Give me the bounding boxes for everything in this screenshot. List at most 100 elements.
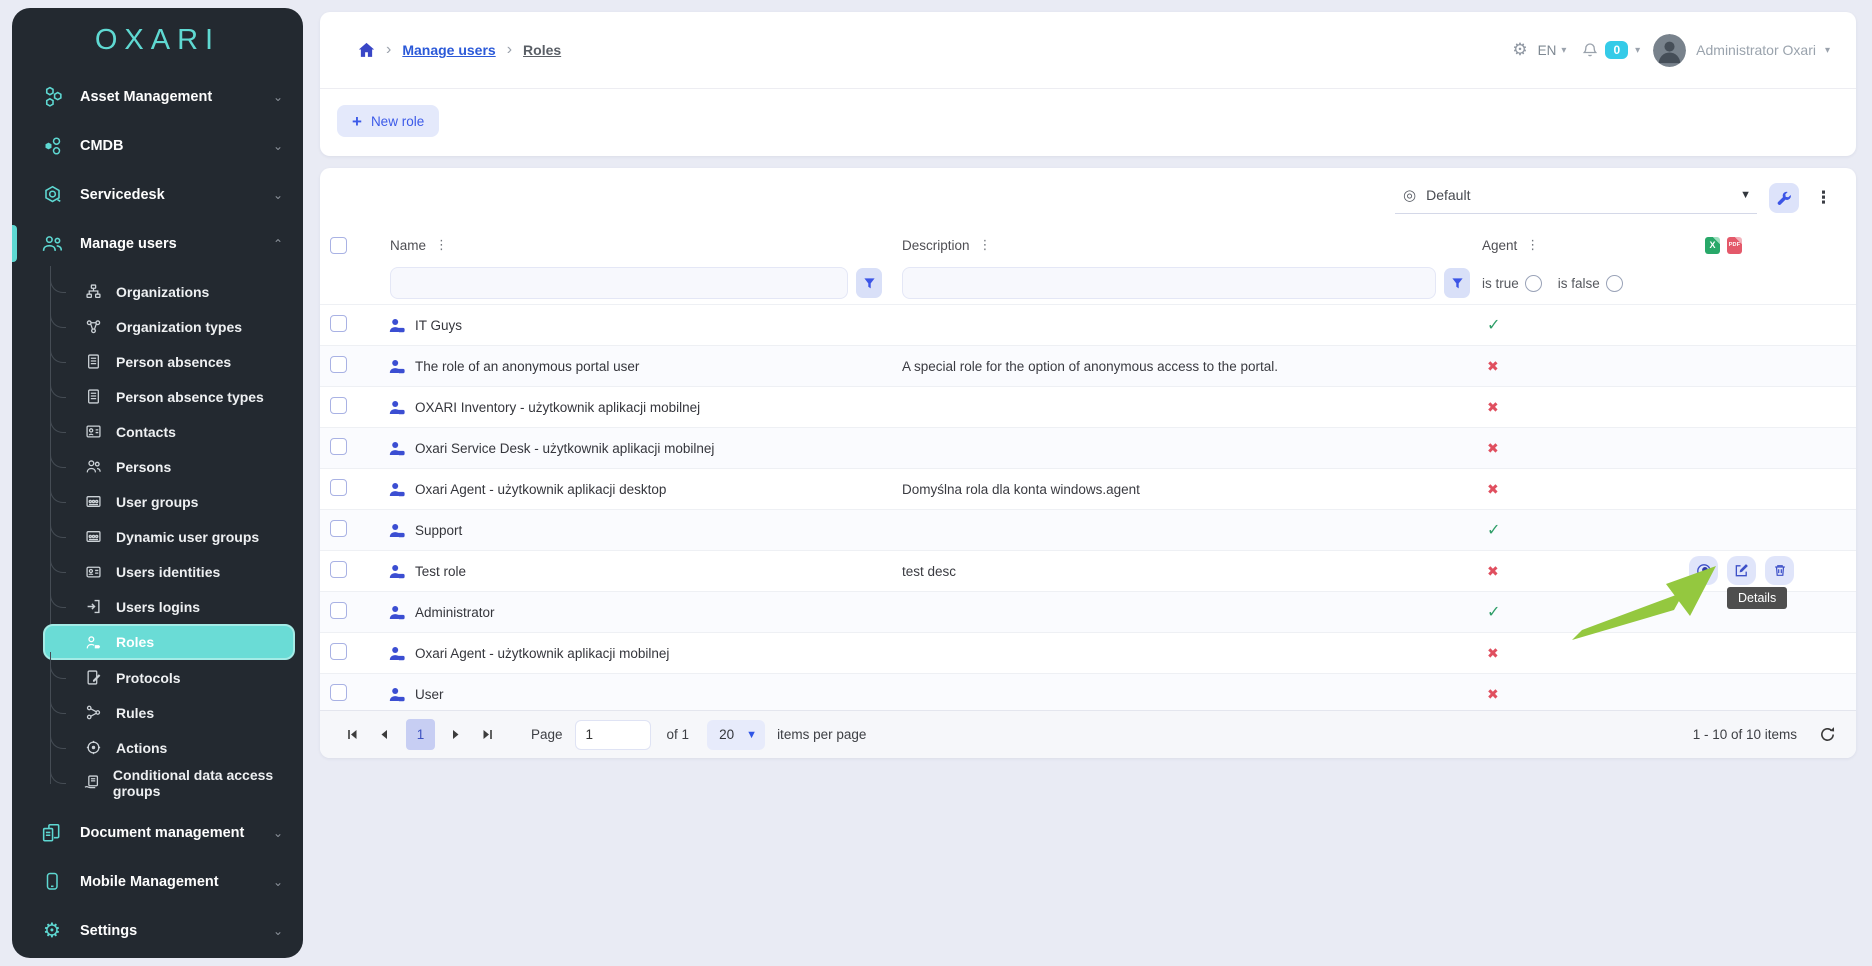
agent-is-true-radio[interactable]: [1525, 275, 1542, 292]
edit-icon: [1734, 563, 1749, 578]
column-menu-icon[interactable]: ⋮: [1526, 237, 1539, 253]
user-menu-caret-icon[interactable]: ▾: [1825, 45, 1830, 56]
notifications-caret-icon[interactable]: ▾: [1635, 45, 1640, 56]
page-size-select[interactable]: 20 ▼: [707, 720, 765, 750]
view-eye-icon: ◎: [1403, 186, 1416, 204]
row-checkbox[interactable]: [330, 643, 347, 660]
sidebar-item-contacts[interactable]: Contacts: [50, 414, 295, 449]
language-selector[interactable]: EN: [1538, 43, 1557, 58]
column-header-name[interactable]: Name: [390, 238, 426, 253]
table-row-oxari-service-desk-u-ytkownik-aplikacji-mobilnej[interactable]: Oxari Service Desk - użytkownik aplikacj…: [320, 427, 1856, 468]
sidebar-item-label: Users identities: [116, 564, 220, 580]
sidebar-nav: Asset Management⌄CMDB⌄Servicedesk⌄Manage…: [12, 72, 303, 955]
table-row-the-role-of-an-anonymous-portal-user[interactable]: The role of an anonymous portal userA sp…: [320, 345, 1856, 386]
table-row-support[interactable]: Support✓: [320, 509, 1856, 550]
sidebar-item-conditional-data-access-groups[interactable]: Conditional data access groups: [50, 765, 295, 800]
refresh-button[interactable]: [1819, 726, 1836, 743]
sidebar-item-organization-types[interactable]: Organization types: [50, 309, 295, 344]
notifications-bell-icon[interactable]: [1582, 42, 1598, 58]
notification-count-badge[interactable]: 0: [1605, 41, 1628, 59]
row-checkbox[interactable]: [330, 602, 347, 619]
user-avatar[interactable]: [1653, 34, 1686, 67]
row-checkbox[interactable]: [330, 684, 347, 701]
row-checkbox[interactable]: [330, 438, 347, 455]
agent-check-icon: ✓: [1487, 522, 1500, 539]
sidebar-item-person-absence-types[interactable]: Person absence types: [50, 379, 295, 414]
column-menu-icon[interactable]: ⋮: [435, 237, 448, 253]
table-row-it-guys[interactable]: IT Guys✓: [320, 304, 1856, 345]
sidebar-section-settings[interactable]: ⚙Settings⌄: [12, 906, 303, 955]
export-pdf-icon[interactable]: PDF: [1727, 237, 1742, 254]
sidebar-item-rules[interactable]: Rules: [50, 695, 295, 730]
description-filter-input[interactable]: [902, 267, 1436, 299]
row-checkbox[interactable]: [330, 479, 347, 496]
table-row-administrator[interactable]: Administrator✓: [320, 591, 1856, 632]
row-checkbox[interactable]: [330, 561, 347, 578]
breadcrumb-roles[interactable]: Roles: [523, 42, 561, 58]
users-logins-icon: [82, 599, 104, 614]
role-user-icon: [389, 523, 406, 538]
export-excel-icon[interactable]: X: [1705, 237, 1720, 254]
row-checkbox[interactable]: [330, 356, 347, 373]
table-row-oxari-agent-u-ytkownik-aplikacji-desktop[interactable]: Oxari Agent - użytkownik aplikacji deskt…: [320, 468, 1856, 509]
edit-button[interactable]: [1727, 556, 1756, 585]
table-row-oxari-agent-u-ytkownik-aplikacji-mobilnej[interactable]: Oxari Agent - użytkownik aplikacji mobil…: [320, 632, 1856, 673]
grid-settings-wrench-button[interactable]: [1769, 183, 1799, 213]
sidebar-section-label: Document management: [80, 825, 273, 841]
table-row-user[interactable]: User✖: [320, 673, 1856, 714]
sidebar-section-asset-management[interactable]: Asset Management⌄: [12, 72, 303, 121]
sidebar-item-actions[interactable]: Actions: [50, 730, 295, 765]
column-header-agent[interactable]: Agent: [1482, 238, 1517, 253]
page-number-input[interactable]: [575, 720, 651, 750]
sidebar-item-dynamic-user-groups[interactable]: Dynamic user groups: [50, 519, 295, 554]
name-filter-input[interactable]: [390, 267, 848, 299]
chevron-down-icon: ⌄: [273, 139, 283, 153]
column-menu-icon[interactable]: ⋮: [979, 237, 992, 253]
sidebar-item-person-absences[interactable]: Person absences: [50, 344, 295, 379]
column-header-description[interactable]: Description: [902, 238, 970, 253]
agent-cross-icon: ✖: [1487, 686, 1499, 702]
table-row-oxari-inventory-u-ytkownik-aplikacji-mobilnej[interactable]: OXARI Inventory - użytkownik aplikacji m…: [320, 386, 1856, 427]
chevron-down-icon: ⌄: [273, 826, 283, 840]
grid-menu-kebab-icon[interactable]: ⋮: [1811, 188, 1836, 208]
sidebar-section-mobile-management[interactable]: Mobile Management⌄: [12, 857, 303, 906]
next-page-button[interactable]: [443, 723, 467, 747]
breadcrumb-manage-users[interactable]: Manage users: [402, 42, 495, 58]
sidebar-item-user-groups[interactable]: User groups: [50, 484, 295, 519]
home-icon[interactable]: [358, 42, 375, 58]
page-of-label: of 1: [667, 727, 690, 742]
previous-page-button[interactable]: [372, 723, 396, 747]
row-checkbox[interactable]: [330, 315, 347, 332]
sidebar-item-users-identities[interactable]: Users identities: [50, 554, 295, 589]
role-user-icon: [389, 441, 406, 456]
view-selector[interactable]: ◎ Default ▼: [1395, 182, 1757, 214]
sidebar-item-persons[interactable]: Persons: [50, 449, 295, 484]
sidebar-section-cmdb[interactable]: CMDB⌄: [12, 121, 303, 170]
name-filter-button[interactable]: [856, 268, 882, 298]
current-page-button[interactable]: 1: [406, 719, 435, 750]
role-name: The role of an anonymous portal user: [415, 359, 639, 374]
sidebar-item-users-logins[interactable]: Users logins: [50, 589, 295, 624]
sidebar-section-servicedesk[interactable]: Servicedesk⌄: [12, 170, 303, 219]
last-page-button[interactable]: [475, 723, 499, 747]
select-all-checkbox[interactable]: [330, 237, 347, 254]
table-row-test-role[interactable]: Test roletest desc✖: [320, 550, 1856, 591]
description-filter-button[interactable]: [1444, 268, 1470, 298]
sidebar-section-manage-users[interactable]: Manage users⌃: [12, 219, 303, 268]
sidebar-section-document-management[interactable]: Document management⌄: [12, 808, 303, 857]
sidebar-item-organizations[interactable]: Organizations: [50, 274, 295, 309]
sidebar-item-protocols[interactable]: Protocols: [50, 660, 295, 695]
items-range-label: 1 - 10 of 10 items: [1693, 727, 1797, 742]
details-button[interactable]: [1689, 556, 1718, 585]
settings-gear-icon[interactable]: ⚙: [1512, 40, 1527, 60]
sidebar: OXARI Asset Management⌄CMDB⌄Servicedesk⌄…: [12, 8, 303, 958]
new-role-button[interactable]: + New role: [337, 105, 439, 137]
sidebar-item-roles[interactable]: Roles: [43, 624, 295, 660]
first-page-button[interactable]: [340, 723, 364, 747]
language-caret-icon[interactable]: ▾: [1561, 45, 1566, 56]
delete-button[interactable]: [1765, 556, 1794, 585]
row-checkbox[interactable]: [330, 520, 347, 537]
sidebar-section-label: Servicedesk: [80, 187, 273, 203]
row-checkbox[interactable]: [330, 397, 347, 414]
agent-is-false-radio[interactable]: [1606, 275, 1623, 292]
